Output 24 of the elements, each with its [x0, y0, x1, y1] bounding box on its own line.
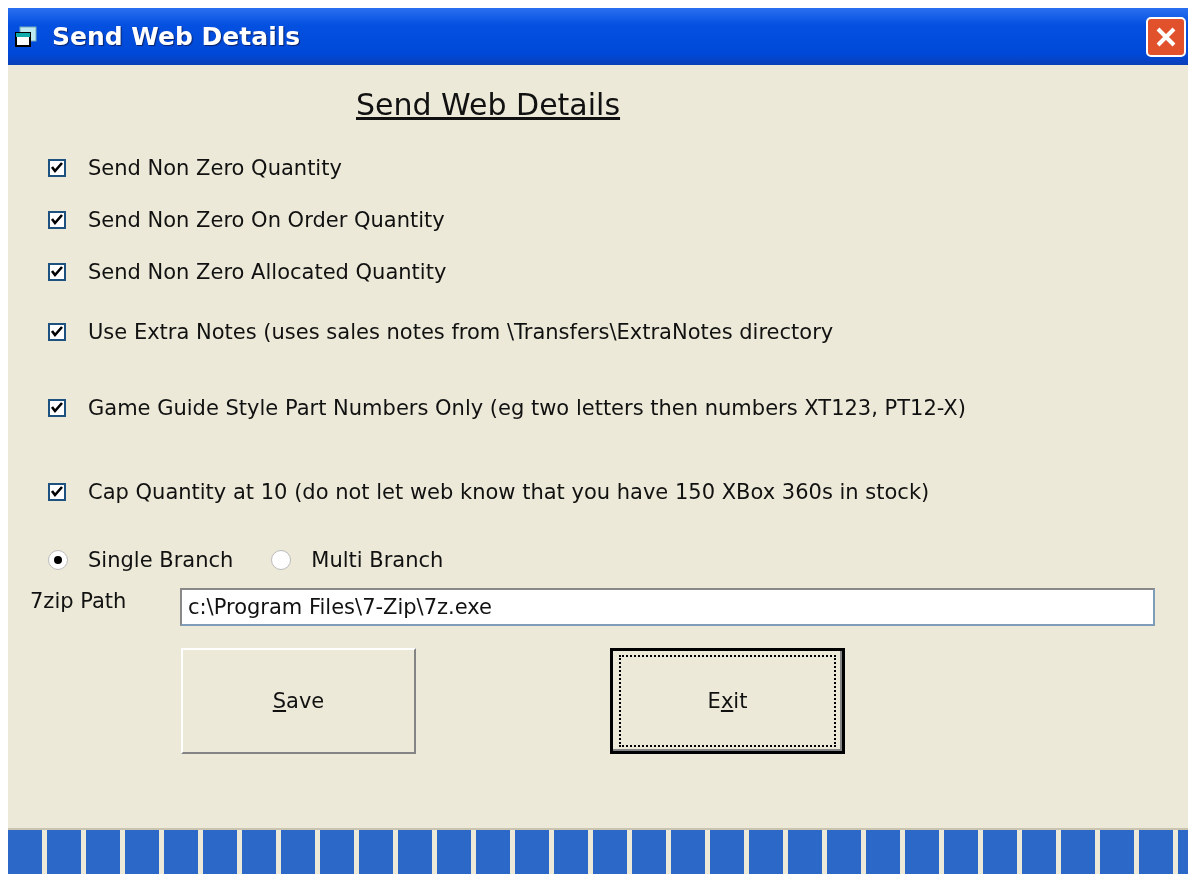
window-title: Send Web Details — [52, 22, 301, 51]
checkbox-label[interactable]: Game Guide Style Part Numbers Only (eg two letters then numbers XT123, PT12-X) — [88, 396, 966, 420]
save-button[interactable]: Save — [181, 648, 416, 754]
radio-button[interactable] — [48, 550, 68, 570]
checkbox[interactable] — [48, 263, 66, 281]
checkbox[interactable] — [48, 399, 66, 417]
dialog-heading: Send Web Details — [356, 87, 622, 122]
checkbox-label[interactable]: Send Non Zero Quantity — [88, 156, 342, 180]
checkbox[interactable] — [48, 211, 66, 229]
radio-button[interactable] — [271, 550, 292, 570]
checkbox-label[interactable]: Use Extra Notes (uses sales notes from \Transfers\ExtraNotes directory — [88, 320, 834, 344]
radio-label[interactable]: Multi Branch — [311, 548, 444, 572]
path-field[interactable]: c:\Program Files\7-Zip\7z.exe — [180, 588, 1155, 626]
checkbox[interactable] — [48, 159, 66, 177]
checkbox[interactable] — [48, 483, 66, 501]
exit-button[interactable]: Exit — [610, 648, 845, 754]
field-label: 7zip Path — [30, 589, 128, 613]
checkbox-label[interactable]: Cap Quantity at 10 (do not let web know that you have 150 XBox 360s in stock) — [88, 480, 930, 504]
checkbox-label[interactable]: Send Non Zero Allocated Quantity — [88, 260, 447, 284]
window-icon — [14, 24, 40, 49]
radio-label[interactable]: Single Branch — [88, 548, 234, 572]
checkbox-label[interactable]: Send Non Zero On Order Quantity — [88, 208, 445, 232]
close-button[interactable] — [1146, 17, 1186, 57]
checkbox[interactable] — [48, 323, 66, 341]
